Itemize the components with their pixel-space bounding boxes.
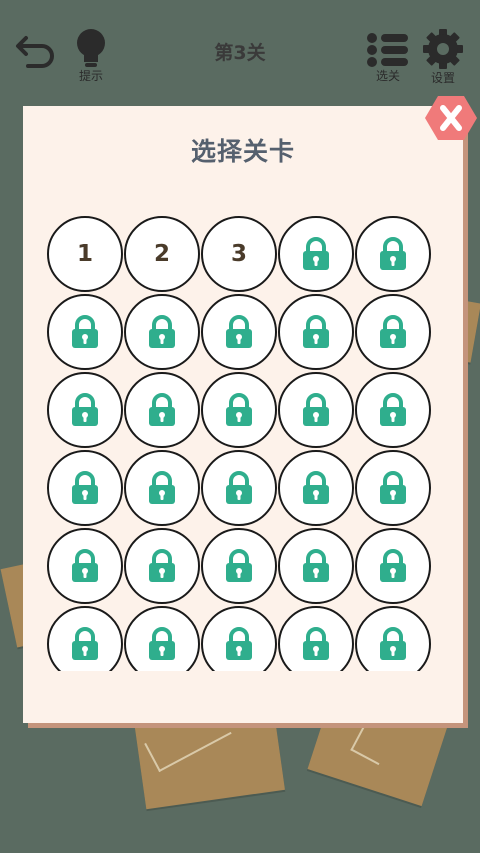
lock-icon [303, 237, 329, 270]
lock-icon [226, 627, 252, 660]
level-button-locked[interactable] [47, 372, 123, 448]
level-button[interactable]: 2 [124, 216, 200, 292]
lock-icon [303, 471, 329, 504]
lock-icon [149, 471, 175, 504]
lock-icon [72, 627, 98, 660]
level-button-locked[interactable] [47, 294, 123, 370]
lock-icon [226, 393, 252, 426]
level-button-locked[interactable] [124, 294, 200, 370]
lock-icon [380, 627, 406, 660]
lock-icon [72, 315, 98, 348]
lock-icon [303, 315, 329, 348]
level-grid: 1 2 3 [47, 216, 435, 671]
lock-icon [72, 471, 98, 504]
level-number: 1 [76, 241, 93, 267]
level-button-locked[interactable] [124, 450, 200, 526]
level-grid-scroll[interactable]: 1 2 3 [45, 216, 435, 671]
lock-icon [226, 549, 252, 582]
top-bar: 提示 第3关 选关 设置 [0, 0, 480, 100]
lock-icon [149, 393, 175, 426]
hint-label: 提示 [78, 69, 103, 83]
lock-icon [72, 549, 98, 582]
level-number: 3 [230, 241, 247, 267]
lock-icon [380, 471, 406, 504]
level-button-locked[interactable] [278, 294, 354, 370]
level-button[interactable]: 1 [47, 216, 123, 292]
settings-button[interactable]: 设置 [420, 28, 466, 85]
level-button-locked[interactable] [355, 528, 431, 604]
level-button-locked[interactable] [201, 528, 277, 604]
lock-icon [303, 393, 329, 426]
lock-icon [380, 393, 406, 426]
level-button-locked[interactable] [278, 528, 354, 604]
level-button-locked[interactable] [355, 216, 431, 292]
lock-icon [303, 627, 329, 660]
level-select-label: 选关 [375, 69, 400, 83]
lock-icon [380, 315, 406, 348]
level-select-button[interactable]: 选关 [366, 32, 410, 83]
dialog-title: 选择关卡 [190, 137, 295, 166]
lock-icon [72, 393, 98, 426]
level-button-locked[interactable] [201, 450, 277, 526]
level-button-locked[interactable] [278, 216, 354, 292]
gear-icon [423, 29, 463, 69]
level-button-locked[interactable] [355, 450, 431, 526]
settings-label: 设置 [430, 71, 455, 85]
level-select-dialog: 选择关卡 1 2 3 [23, 106, 463, 723]
close-x-icon [425, 96, 477, 140]
close-button[interactable] [424, 94, 478, 142]
level-button-locked[interactable] [355, 606, 431, 671]
level-button-locked[interactable] [278, 450, 354, 526]
lock-icon [380, 237, 406, 270]
level-button-locked[interactable] [278, 606, 354, 671]
lock-icon [303, 549, 329, 582]
lock-icon [380, 549, 406, 582]
level-button-locked[interactable] [355, 372, 431, 448]
lock-icon [149, 627, 175, 660]
level-button-locked[interactable] [201, 606, 277, 671]
level-button-locked[interactable] [124, 528, 200, 604]
level-button[interactable]: 3 [201, 216, 277, 292]
lock-icon [149, 315, 175, 348]
level-button-locked[interactable] [47, 606, 123, 671]
lock-icon [226, 471, 252, 504]
level-number: 2 [153, 241, 170, 267]
level-button-locked[interactable] [47, 528, 123, 604]
list-icon [367, 33, 408, 67]
lock-icon [226, 315, 252, 348]
level-button-locked[interactable] [355, 294, 431, 370]
level-button-locked[interactable] [278, 372, 354, 448]
level-button-locked[interactable] [201, 294, 277, 370]
lock-icon [149, 549, 175, 582]
level-button-locked[interactable] [124, 372, 200, 448]
level-button-locked[interactable] [47, 450, 123, 526]
level-button-locked[interactable] [201, 372, 277, 448]
level-button-locked[interactable] [124, 606, 200, 671]
